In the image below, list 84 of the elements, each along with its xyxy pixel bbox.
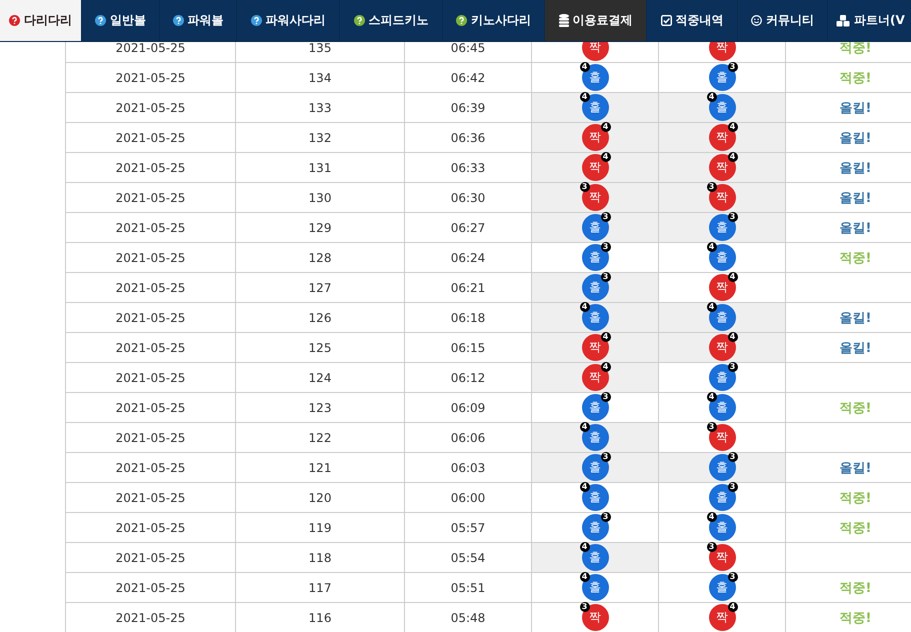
line-count-badge: 3 [706,422,716,432]
checkbox-icon [660,15,672,26]
time-cell: 06:39 [405,93,532,123]
round-cell: 131 [236,153,405,183]
line-count-badge: 4 [580,422,590,432]
line-count-badge: 4 [580,62,590,72]
time-cell: 06:09 [405,393,532,423]
date-cell: 2021-05-25 [66,243,236,273]
round-cell: 126 [236,303,405,333]
line-count-badge: 3 [706,542,716,552]
nav-tab[interactable]: 일반볼 [82,0,160,41]
date-cell: 2021-05-25 [66,453,236,483]
nav-tab[interactable]: 이용료결제 [545,0,647,41]
time-cell: 06:24 [405,243,532,273]
time-cell: 06:33 [405,153,532,183]
time-cell: 05:54 [405,543,532,573]
nav-tab[interactable]: 파워사다리 [237,0,340,41]
date-cell: 2021-05-25 [66,183,236,213]
line-count-badge: 3 [580,182,590,192]
nav-tab[interactable]: 다리다리 [0,0,82,41]
line-count-badge: 4 [580,302,590,312]
date-cell: 2021-05-25 [66,543,236,573]
line-count-badge: 4 [706,302,716,312]
round-cell: 120 [236,483,405,513]
round-cell: 119 [236,513,405,543]
date-cell: 2021-05-25 [66,93,236,123]
round-cell: 133 [236,93,405,123]
line-count-badge: 3 [580,602,590,612]
date-cell: 2021-05-25 [66,123,236,153]
time-cell: 06:03 [405,453,532,483]
time-cell: 06:30 [405,183,532,213]
time-cell: 05:51 [405,573,532,603]
date-cell: 2021-05-25 [66,393,236,423]
time-cell: 06:21 [405,273,532,303]
time-cell: 06:27 [405,213,532,243]
round-cell: 125 [236,333,405,363]
round-cell: 122 [236,423,405,453]
smiley-icon [751,15,762,26]
line-count-badge: 3 [706,182,716,192]
date-cell: 2021-05-25 [66,363,236,393]
time-cell: 06:00 [405,483,532,513]
round-cell: 118 [236,543,405,573]
date-cell: 2021-05-25 [66,483,236,513]
time-cell: 05:57 [405,513,532,543]
nav-tab[interactable]: 커뮤니티 [738,0,828,41]
date-cell: 2021-05-25 [66,333,236,363]
cubes-icon [836,14,850,26]
line-count-badge: 4 [580,572,590,582]
line-count-badge: 4 [580,92,590,102]
round-cell: 130 [236,183,405,213]
round-cell: 117 [236,573,405,603]
line-count-badge: 4 [580,542,590,552]
date-cell: 2021-05-25 [66,303,236,333]
round-cell: 121 [236,453,405,483]
round-cell: 124 [236,363,405,393]
date-cell: 2021-05-25 [66,153,236,183]
nav-tab[interactable]: 파워볼 [160,0,237,41]
line-count-badge: 4 [706,392,716,402]
time-cell: 06:36 [405,123,532,153]
round-cell: 132 [236,123,405,153]
date-cell: 2021-05-25 [66,423,236,453]
line-count-badge: 4 [706,512,716,522]
time-cell: 06:12 [405,363,532,393]
line-count-badge: 4 [580,482,590,492]
round-cell: 127 [236,273,405,303]
date-cell: 2021-05-25 [66,63,236,93]
time-cell: 06:15 [405,333,532,363]
time-cell: 06:42 [405,63,532,93]
date-cell: 2021-05-25 [66,513,236,543]
database-icon [558,14,568,27]
time-cell: 06:06 [405,423,532,453]
date-cell: 2021-05-25 [66,273,236,303]
round-cell: 129 [236,213,405,243]
time-cell: 06:18 [405,303,532,333]
round-cell: 128 [236,243,405,273]
nav-tab[interactable]: 파트너(V [828,0,911,41]
nav-tab[interactable]: 스피드키노 [340,0,443,41]
round-cell: 123 [236,393,405,423]
date-cell: 2021-05-25 [66,213,236,243]
nav-tab[interactable]: 적중내역 [647,0,738,41]
round-cell: 134 [236,63,405,93]
line-count-badge: 4 [706,242,716,252]
line-count-badge: 4 [706,92,716,102]
date-cell: 2021-05-25 [66,573,236,603]
